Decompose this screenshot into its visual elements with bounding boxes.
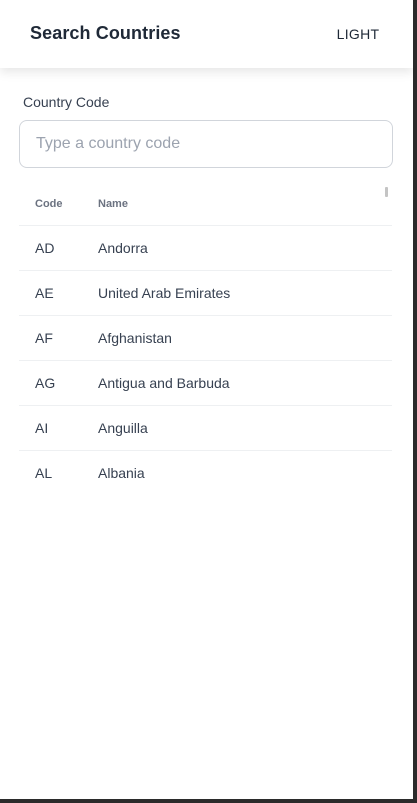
cell-name: Albania	[98, 450, 392, 495]
table-row[interactable]: AL Albania	[19, 450, 392, 495]
table-row[interactable]: AI Anguilla	[19, 405, 392, 451]
cell-code: AD	[19, 225, 98, 271]
app-window: Search Countries LIGHT Country Code Code…	[0, 0, 413, 799]
table-body: AD Andorra AE United Arab Emirates AF Af…	[19, 225, 392, 495]
table-row[interactable]: AF Afghanistan	[19, 315, 392, 361]
page-title: Search Countries	[30, 23, 181, 43]
cell-code: AL	[19, 450, 98, 495]
cell-code: AE	[19, 270, 98, 316]
table-header: Code Name	[19, 182, 392, 226]
cell-name: Antigua and Barbuda	[98, 360, 392, 406]
cell-code: AI	[19, 405, 98, 451]
country-code-input[interactable]	[19, 120, 393, 168]
country-code-label: Country Code	[23, 94, 110, 110]
countries-table: Code Name AD Andorra AE United Arab Emir…	[19, 182, 392, 495]
table-scrollbar-thumb[interactable]	[385, 187, 388, 197]
cell-code: AG	[19, 360, 98, 406]
table-header-row: Code Name	[19, 182, 392, 226]
table-row[interactable]: AE United Arab Emirates	[19, 270, 392, 316]
theme-toggle-button[interactable]: LIGHT	[326, 22, 390, 46]
app-header: Search Countries LIGHT	[0, 0, 413, 68]
table-row[interactable]: AD Andorra	[19, 225, 392, 271]
column-header-name[interactable]: Name	[98, 182, 392, 226]
cell-name: Andorra	[98, 225, 392, 271]
cell-name: Anguilla	[98, 405, 392, 451]
countries-table-container[interactable]: Code Name AD Andorra AE United Arab Emir…	[19, 182, 392, 495]
column-header-code[interactable]: Code	[19, 182, 98, 226]
cell-name: United Arab Emirates	[98, 270, 392, 316]
cell-name: Afghanistan	[98, 315, 392, 361]
table-row[interactable]: AG Antigua and Barbuda	[19, 360, 392, 406]
cell-code: AF	[19, 315, 98, 361]
